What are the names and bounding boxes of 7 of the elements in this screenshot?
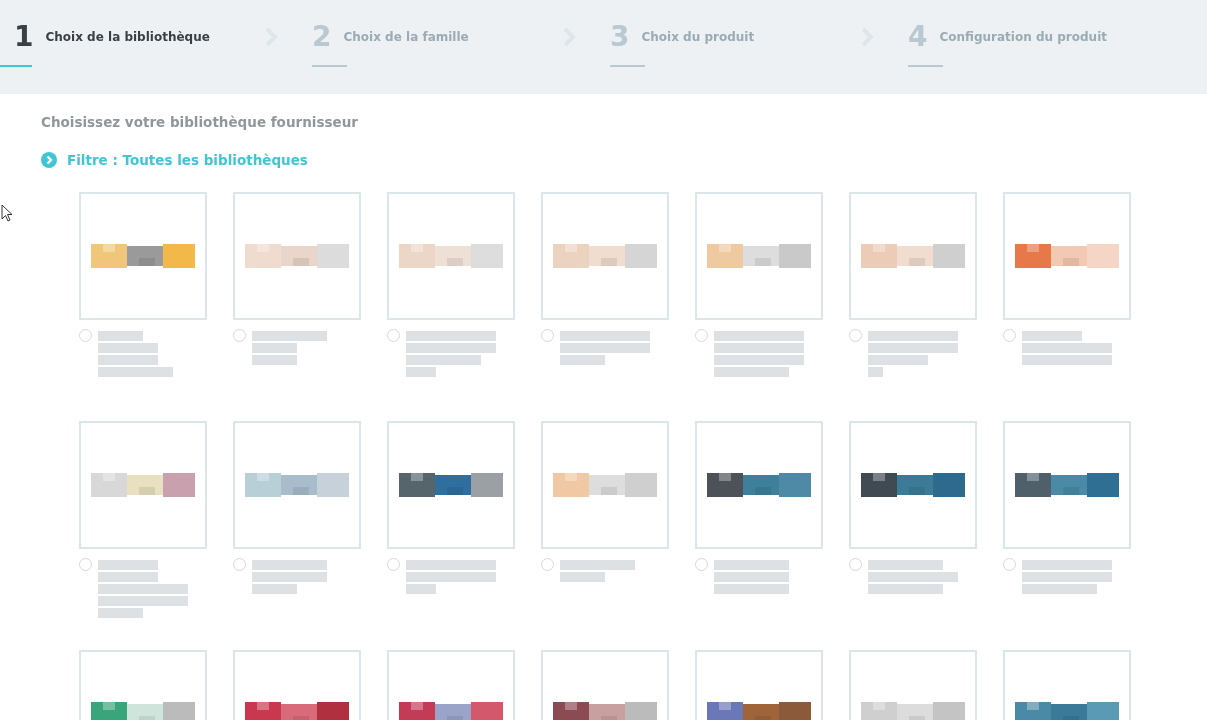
library-card[interactable]: [695, 421, 823, 549]
library-card[interactable]: [387, 421, 515, 549]
section-heading: Choisissez votre bibliothèque fournisseur: [41, 114, 359, 130]
wizard-step[interactable]: 1 Choix de la bibliothèque: [0, 0, 264, 67]
library-card[interactable]: [849, 421, 977, 549]
library-card[interactable]: [1003, 421, 1131, 549]
filter-toggle[interactable]: Filtre : Toutes les bibliothèques: [41, 152, 1207, 168]
